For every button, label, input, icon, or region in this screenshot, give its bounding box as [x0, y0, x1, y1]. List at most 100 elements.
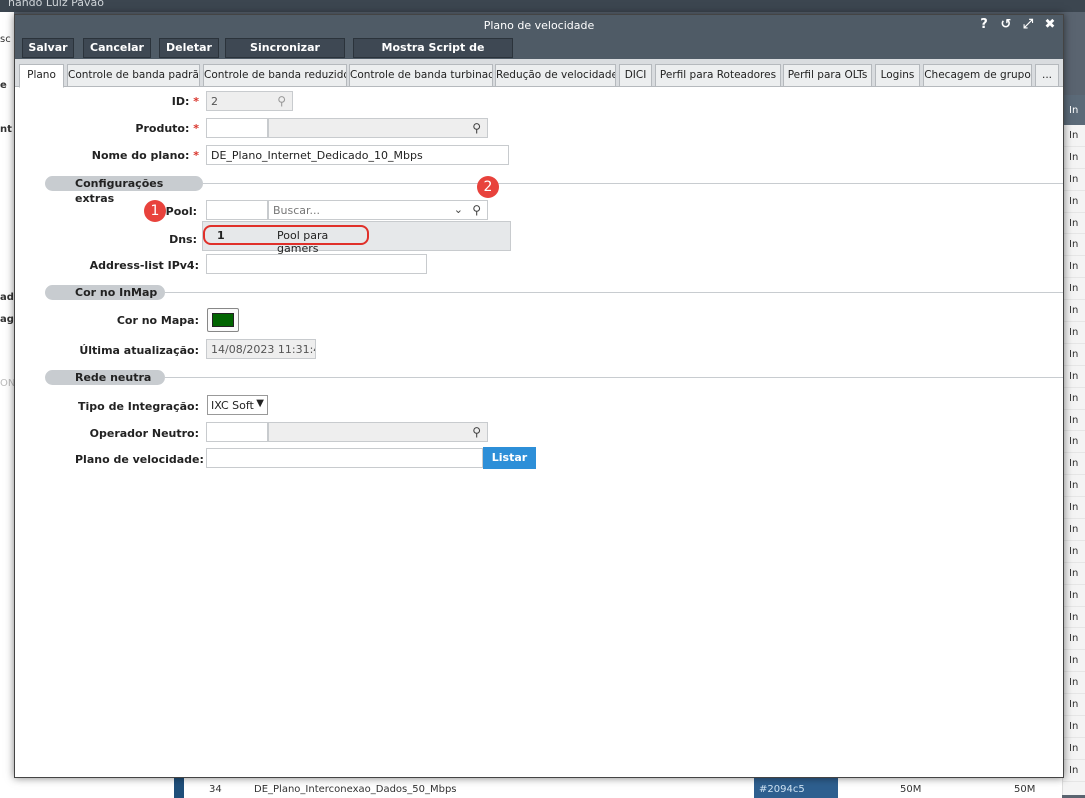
pool-option-name: Pool para gamers [277, 229, 329, 255]
tab-dici[interactable]: DICI [619, 64, 652, 87]
search-icon[interactable]: ⚲ [472, 121, 481, 135]
background-column-cell: In [1063, 344, 1085, 366]
background-row-plan: DE_Plano_Interconexao_Dados_50_Mbps [254, 784, 457, 795]
background-column-cell: In [1063, 278, 1085, 301]
section-configuracoes-extras: Configurações extras [45, 176, 203, 205]
pool-id-input[interactable] [206, 200, 268, 220]
background-column-cell: In [1063, 694, 1085, 717]
address-list-label: Address-list IPv4: [89, 259, 199, 272]
nome-plano-input[interactable]: DE_Plano_Internet_Dedicado_10_Mbps [206, 145, 509, 165]
show-config-script-button[interactable]: Mostra Script de configuração [353, 38, 513, 72]
tab-bar: Plano Controle de banda padrão Controle … [15, 59, 1063, 88]
background-column-cell: In [1063, 453, 1085, 476]
ultima-atualizacao-label: Última atualização: [79, 344, 199, 357]
window-title-bar[interactable]: Plano de velocidade ? ↺ ⤢ ✖ [15, 15, 1063, 37]
section-cor-inmap: Cor no InMap [45, 285, 165, 300]
close-icon[interactable]: ✖ [1043, 17, 1057, 32]
background-column-cell: In [1063, 628, 1085, 651]
tab-logins[interactable]: Logins [875, 64, 920, 87]
delete-button[interactable]: Deletar [159, 38, 219, 58]
background-row-up: 50M [1014, 784, 1036, 795]
background-column-cell: In [1063, 147, 1085, 169]
toolbar: Salvar Cancelar Deletar Sincronizar IPxM… [15, 37, 1063, 72]
background-row-id: 34 [209, 784, 222, 795]
expand-icon[interactable]: ⤢ [1021, 17, 1035, 32]
sync-ipxmac-button[interactable]: Sincronizar IPxMAC [225, 38, 345, 72]
window-controls: ? ↺ ⤢ ✖ [977, 17, 1057, 32]
tab-reducao-velocidade[interactable]: Redução de velocidade [495, 64, 616, 87]
produto-name-field[interactable]: ⚲ [268, 118, 488, 138]
operador-id-input[interactable] [206, 422, 268, 442]
background-column-cell: In [1063, 431, 1085, 454]
background-column-cell: In [1063, 388, 1085, 410]
search-icon[interactable]: ⚲ [277, 94, 286, 108]
background-left-column: sc e nt ad ag ON [0, 12, 14, 798]
background-row-marker [174, 778, 184, 798]
tipo-integracao-select[interactable]: IXC Soft ▼ [207, 395, 268, 415]
background-left-fragment: ON [0, 378, 14, 389]
background-top-bar: nando Luiz Pavao [0, 0, 1085, 12]
background-left-fragment: ag [0, 314, 14, 325]
plano-velocidade-input[interactable] [206, 448, 483, 468]
background-column-cell: In [1063, 738, 1085, 760]
color-picker-button[interactable] [207, 308, 239, 332]
section-divider [203, 183, 1063, 184]
cor-mapa-label: Cor no Mapa: [116, 314, 199, 327]
cancel-button[interactable]: Cancelar [83, 38, 151, 58]
annotation-badge-2: 2 [477, 176, 499, 198]
background-column-cell: In [1063, 716, 1085, 738]
background-column-cell: In [1063, 760, 1085, 782]
background-column-cell: In [1063, 169, 1085, 191]
background-left-fragment: sc [0, 34, 11, 45]
plano-velocidade-window: Plano de velocidade ? ↺ ⤢ ✖ Salvar Cance… [14, 14, 1064, 778]
background-right-column: In In In In In In In In In In In In In In In In In In In I… [1062, 95, 1085, 795]
pool-dropdown-list: 1 Pool para gamers [202, 221, 511, 255]
operador-name-field[interactable]: ⚲ [268, 422, 488, 442]
background-row-down: 50M [900, 784, 922, 795]
background-column-cell: In [1063, 410, 1085, 432]
background-row-color: #2094c5 [759, 784, 805, 795]
background-user-name: nando Luiz Pavao [8, 0, 104, 9]
search-icon[interactable]: ⚲ [472, 425, 481, 439]
background-column-cell: In [1063, 322, 1085, 344]
background-left-fragment: ad [0, 292, 14, 303]
produto-id-input[interactable] [206, 118, 268, 138]
background-left-fragment: e [0, 80, 7, 91]
background-column-cell: In [1063, 541, 1085, 563]
section-divider [165, 292, 1063, 293]
listar-button[interactable]: Listar [483, 447, 536, 469]
tab-plano[interactable]: Plano [19, 64, 64, 88]
background-column-cell: In [1063, 234, 1085, 257]
color-swatch [212, 313, 234, 327]
background-column-cell: In [1063, 563, 1085, 585]
tab-controle-banda-reduzido[interactable]: Controle de banda reduzido [203, 64, 347, 87]
background-column-cell: In [1063, 366, 1085, 388]
id-label: ID: * [171, 95, 199, 108]
section-rede-neutra: Rede neutra [45, 370, 165, 385]
id-field[interactable]: 2 ⚲ [206, 91, 293, 111]
background-column-cell: In [1063, 213, 1085, 235]
operador-neutro-label: Operador Neutro: [89, 427, 199, 440]
section-divider [165, 377, 1063, 378]
tab-more[interactable]: ... [1035, 64, 1059, 87]
search-icon[interactable]: ⚲ [472, 203, 481, 217]
pool-search-input[interactable]: Buscar... ⌄ ⚲ [268, 200, 488, 220]
background-column-cell: In [1063, 497, 1085, 520]
background-table-row[interactable]: 34 DE_Plano_Interconexao_Dados_50_Mbps #… [14, 778, 1062, 798]
tab-perfil-roteadores[interactable]: Perfil para Roteadores [655, 64, 781, 87]
tab-controle-banda-turbinado[interactable]: Controle de banda turbinado [349, 64, 493, 87]
tab-controle-banda-padrao[interactable]: Controle de banda padrão [67, 64, 200, 87]
tab-checagem-grupo[interactable]: Checagem de grupo [923, 64, 1032, 87]
address-list-input[interactable] [206, 254, 427, 274]
help-icon[interactable]: ? [977, 17, 991, 32]
chevron-down-icon[interactable]: ⌄ [454, 203, 463, 216]
pool-dropdown-option[interactable]: 1 Pool para gamers [203, 225, 369, 255]
tab-perfil-olts[interactable]: Perfil para OLTs [783, 64, 872, 87]
save-button[interactable]: Salvar [22, 38, 74, 58]
background-column-cell: In [1063, 585, 1085, 607]
history-icon[interactable]: ↺ [999, 17, 1013, 32]
background-column-cell: In [1063, 256, 1085, 279]
background-column-cell: In [1063, 650, 1085, 673]
pool-option-id: 1 [217, 229, 225, 242]
pool-label: Pool: [165, 205, 197, 218]
